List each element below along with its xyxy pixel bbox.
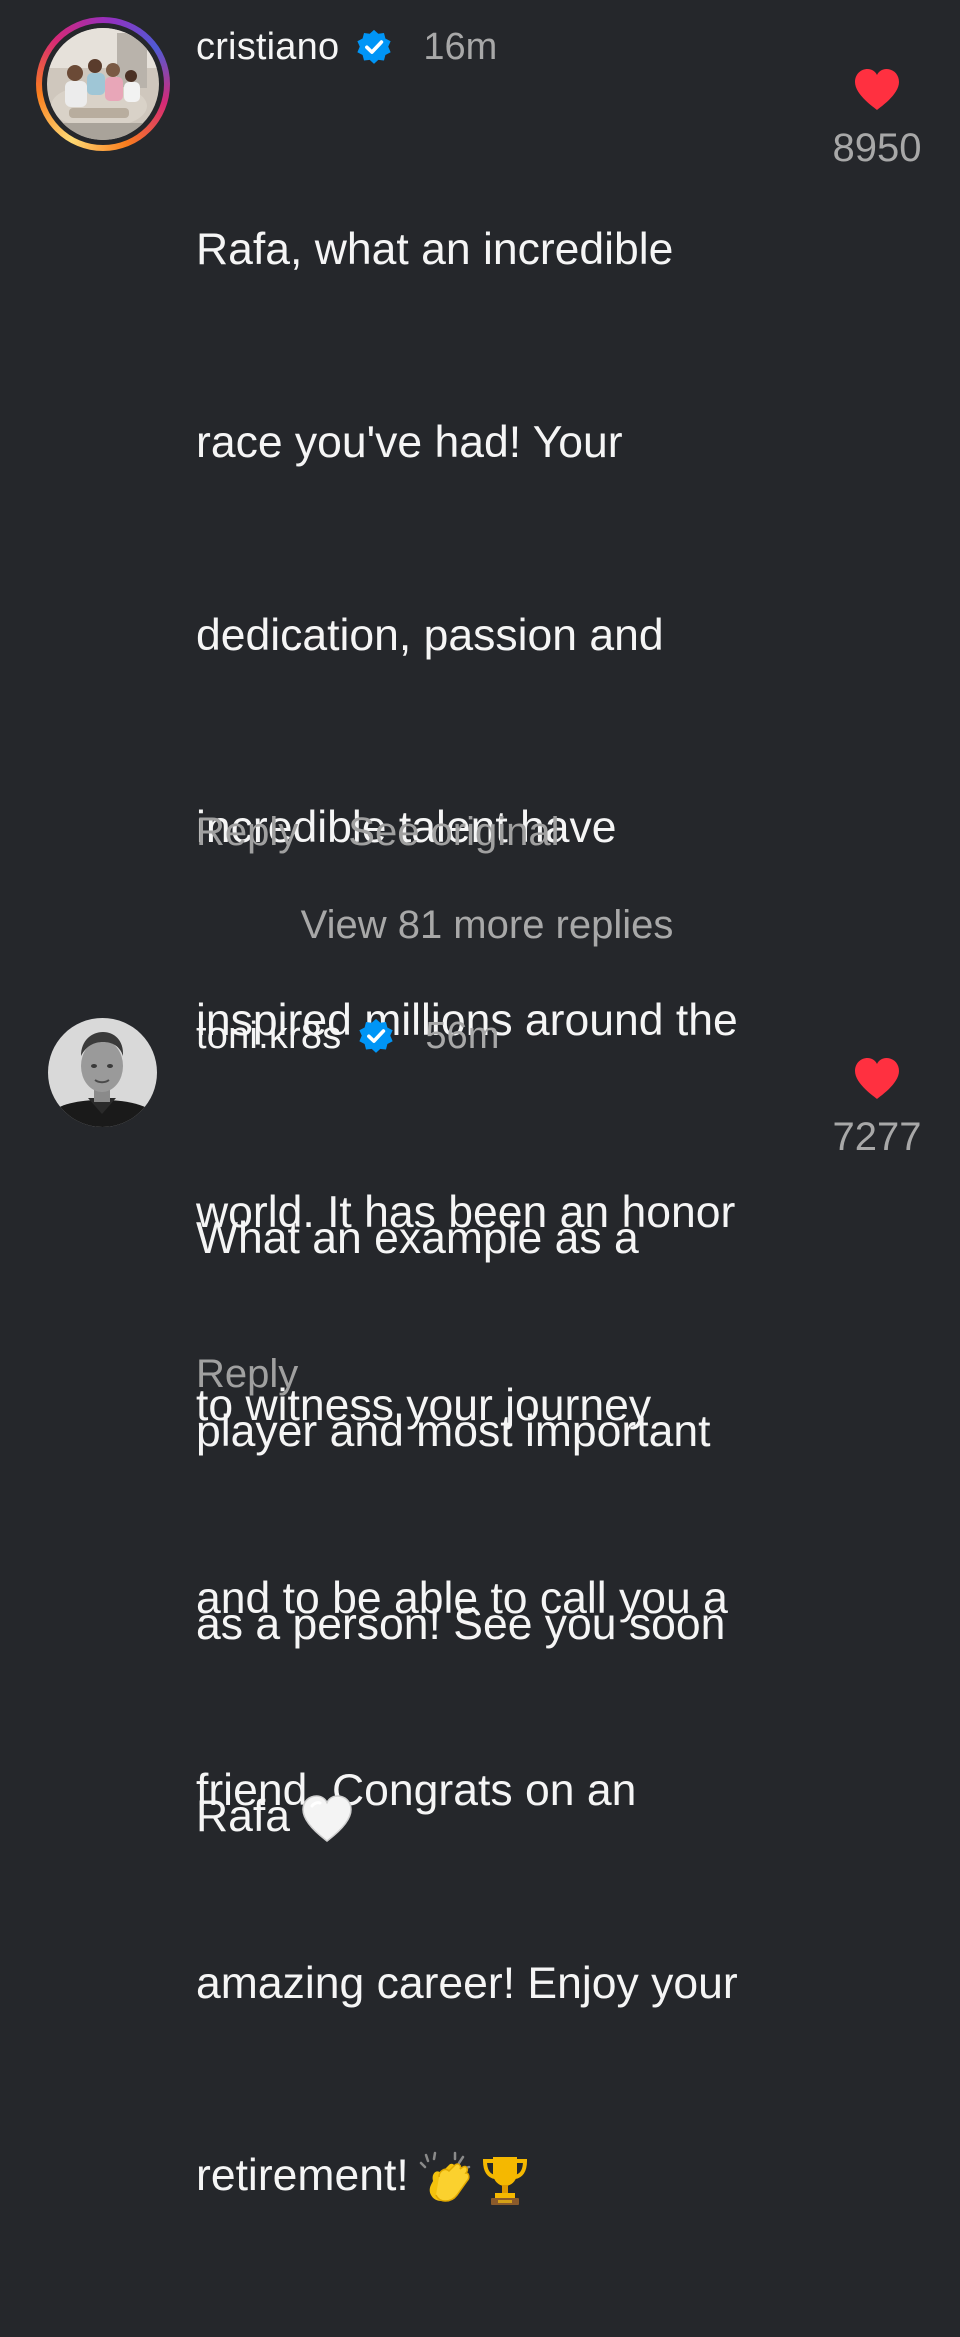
comment-line-text: Rafa [196,1792,290,1842]
comment-line: dedication, passion and [196,610,664,660]
timestamp: 16m [423,25,498,68]
comment-line-last: retirement! [196,2144,738,2208]
comment-line: as a person! See you soon [196,1599,726,1649]
like-control: 8950 [807,68,947,171]
heart-filled-icon[interactable] [853,1057,901,1101]
comment-line: Rafa, what an incredible [196,225,674,275]
avatar-story-ring[interactable] [36,17,170,151]
avatar [47,28,159,140]
verified-badge-icon [357,29,391,64]
like-count: 7277 [832,1115,922,1159]
avatar-photo-icon [47,28,159,140]
comment-line-last: Rafa [196,1785,725,1849]
verified-badge-icon [359,1018,394,1053]
reply-button[interactable]: Reply [196,1352,298,1397]
view-more-replies-button[interactable]: View 81 more replies [0,903,960,948]
comment-actions: Reply See original [196,810,560,855]
avatar[interactable] [48,1018,157,1127]
reply-button[interactable]: Reply [196,810,298,855]
see-original-button[interactable]: See original [348,810,559,855]
avatar-photo-icon [48,1018,157,1127]
comment-line: player and most important [196,1407,711,1456]
comment-line: race you've had! Your [196,418,623,467]
comment-line: What an example as a [196,1214,639,1264]
comment-text: What an example as a player and most imp… [196,1079,725,1978]
comment-header: toni.kr8s 56m [196,1011,499,1061]
comment-actions: Reply [196,1352,298,1397]
comment-line-text: retirement! [196,2151,409,2201]
like-control: 7277 [807,1057,947,1160]
like-count: 8950 [832,126,922,170]
username[interactable]: toni.kr8s [196,1015,341,1058]
comment-header: cristiano 16m [196,22,497,72]
timestamp: 56m [425,1014,500,1057]
heart-filled-icon[interactable] [853,68,901,112]
username[interactable]: cristiano [196,26,339,69]
clapping-hands-icon [419,2151,470,2202]
white-heart-icon [302,1795,352,1843]
trophy-icon [482,2156,527,2205]
